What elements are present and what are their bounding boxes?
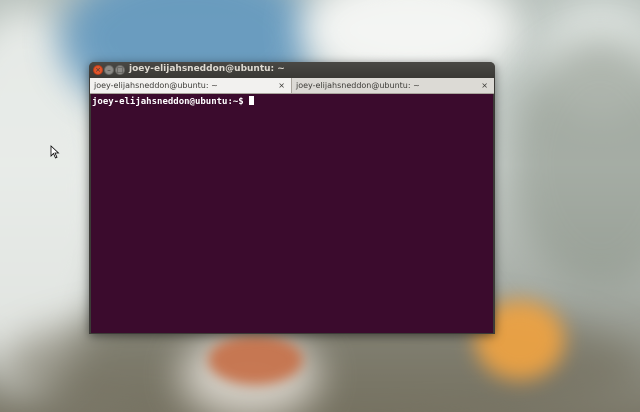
tab-terminal-1[interactable]: joey-elijahsneddon@ubuntu: ~ × — [90, 78, 292, 93]
window-title: joey-elijahsneddon@ubuntu: ~ — [129, 64, 285, 74]
terminal-area[interactable]: joey-elijahsneddon@ubuntu:~$ — [91, 94, 493, 333]
wallpaper-blob — [510, 40, 640, 290]
window-titlebar[interactable]: × – □ joey-elijahsneddon@ubuntu: ~ — [89, 62, 495, 78]
prompt-line: joey-elijahsneddon@ubuntu:~$ — [92, 96, 254, 107]
terminal-window[interactable]: × – □ joey-elijahsneddon@ubuntu: ~ joey-… — [89, 62, 495, 334]
tab-label: joey-elijahsneddon@ubuntu: ~ — [296, 81, 420, 90]
window-minimize-button[interactable]: – — [104, 65, 114, 75]
shell-prompt: joey-elijahsneddon@ubuntu:~$ — [92, 97, 244, 107]
arrow-cursor-icon — [50, 145, 60, 159]
desktop-wallpaper: × – □ joey-elijahsneddon@ubuntu: ~ joey-… — [0, 0, 640, 412]
window-maximize-button[interactable]: □ — [115, 65, 125, 75]
tab-close-icon[interactable]: × — [481, 78, 488, 93]
text-cursor — [248, 96, 254, 105]
tab-terminal-2[interactable]: joey-elijahsneddon@ubuntu: ~ × — [292, 78, 494, 93]
window-close-button[interactable]: × — [93, 65, 103, 75]
tab-close-icon[interactable]: × — [278, 78, 285, 93]
wallpaper-blob — [208, 335, 303, 385]
tab-label: joey-elijahsneddon@ubuntu: ~ — [94, 81, 218, 90]
tab-bar: joey-elijahsneddon@ubuntu: ~ × joey-elij… — [90, 78, 494, 94]
